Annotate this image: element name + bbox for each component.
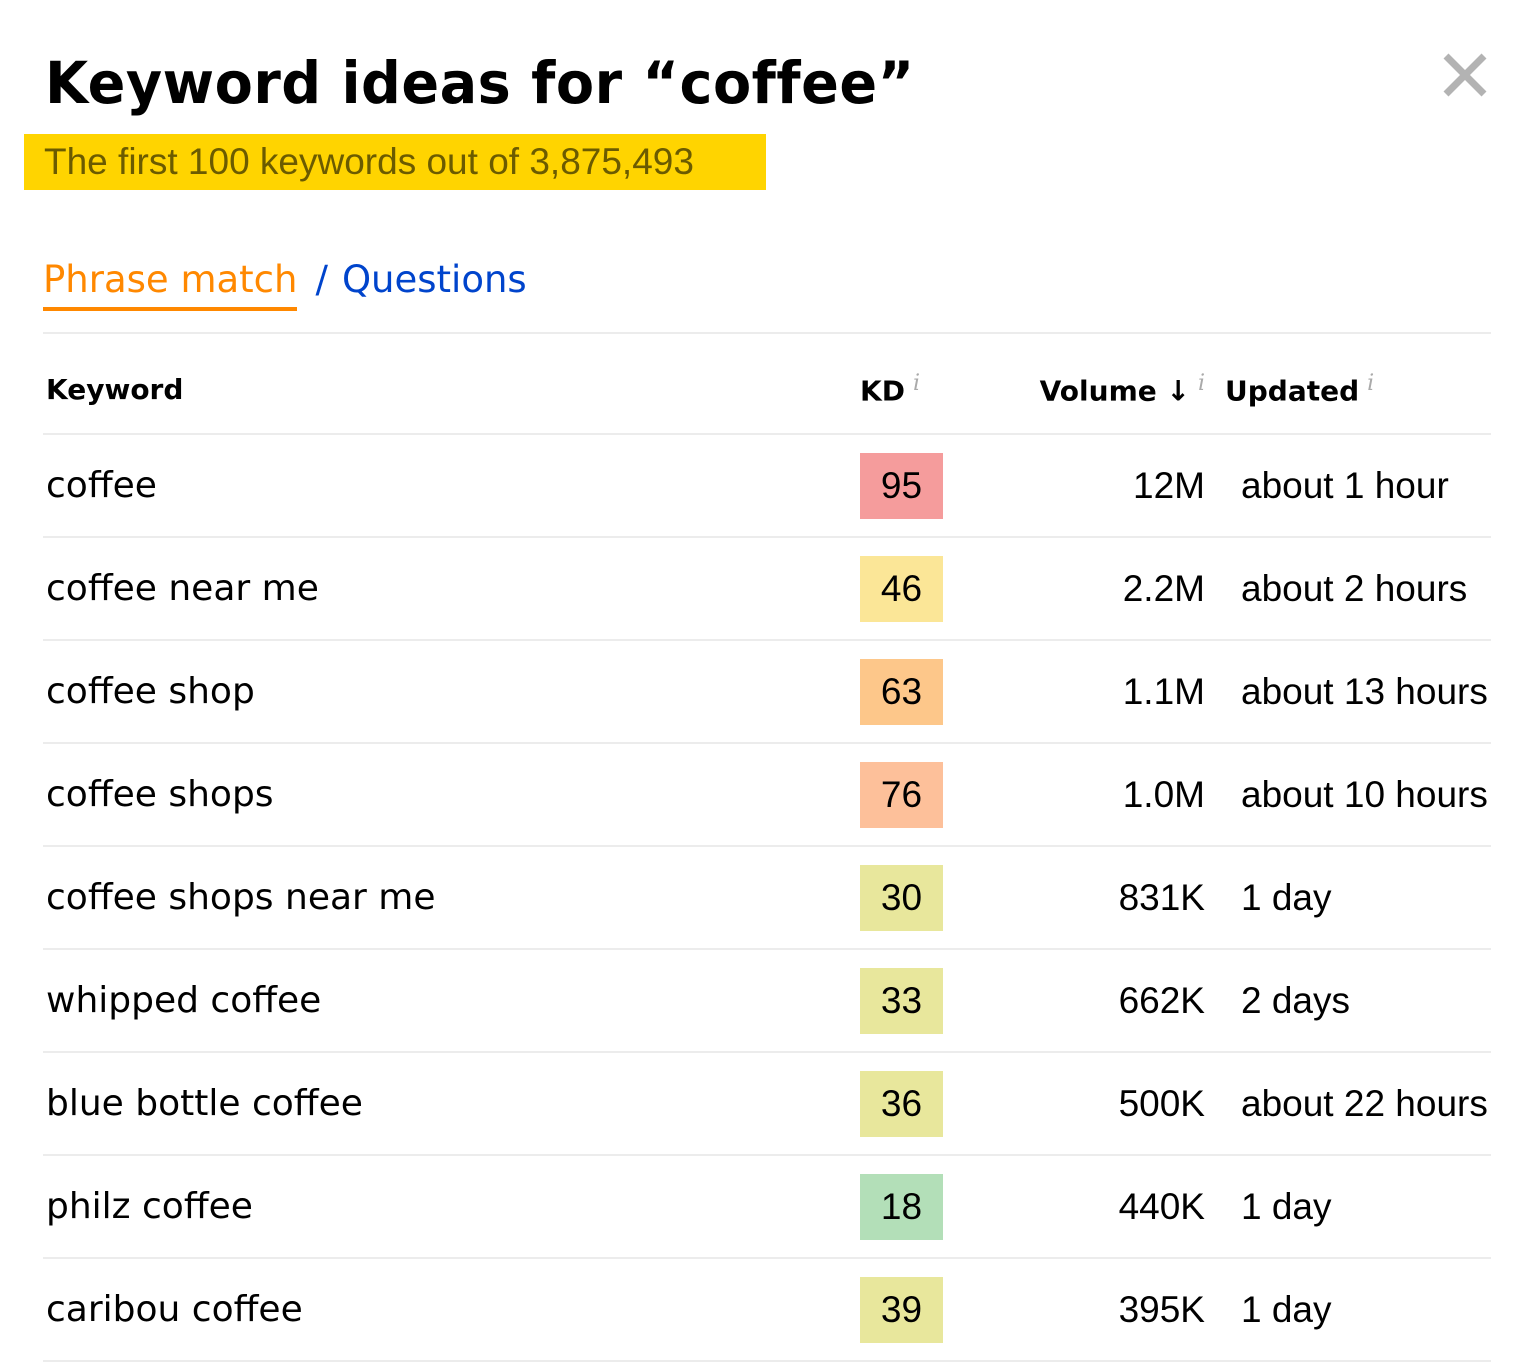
info-icon[interactable]: i [1367, 371, 1374, 396]
updated-cell: 1 day [1205, 1155, 1491, 1259]
kd-cell: 46 [860, 537, 1020, 641]
keyword-cell[interactable]: coffee near me [43, 537, 860, 641]
keywords-table: Keyword KD i Volume ↓ i Updated i coffee 95 1… [43, 345, 1491, 1362]
kd-cell: 39 [860, 1258, 1020, 1362]
keyword-cell[interactable]: whipped coffee [43, 949, 860, 1053]
updated-cell: about 1 hour [1205, 434, 1491, 538]
updated-cell: about 10 hours [1205, 743, 1491, 847]
close-icon [1443, 53, 1487, 97]
tab-separator: / [315, 258, 328, 301]
volume-cell: 440K [1020, 1155, 1205, 1259]
keyword-cell[interactable]: coffee [43, 434, 860, 538]
volume-cell: 395K [1020, 1258, 1205, 1362]
volume-cell: 831K [1020, 846, 1205, 950]
kd-badge: 30 [860, 864, 943, 931]
updated-cell: 1 day [1205, 846, 1491, 950]
tab-questions[interactable]: Questions [342, 255, 527, 305]
updated-cell: 2 days [1205, 949, 1491, 1053]
keyword-cell[interactable]: coffee shops [43, 743, 860, 847]
table-row[interactable]: whipped coffee 33 662K 2 days [43, 949, 1491, 1053]
keyword-cell[interactable]: coffee shop [43, 640, 860, 744]
kd-badge: 95 [860, 452, 943, 519]
kd-cell: 18 [860, 1155, 1020, 1259]
kd-cell: 95 [860, 434, 1020, 538]
kd-badge: 63 [860, 658, 943, 725]
table-header-row: Keyword KD i Volume ↓ i Updated i [43, 345, 1491, 435]
column-header-keyword[interactable]: Keyword [43, 345, 860, 435]
table-row[interactable]: coffee shop 63 1.1M about 13 hours [43, 640, 1491, 744]
kd-cell: 30 [860, 846, 1020, 950]
column-header-volume[interactable]: Volume ↓ i [1020, 345, 1205, 435]
info-icon[interactable]: i [913, 371, 920, 396]
kd-badge: 18 [860, 1173, 943, 1240]
updated-cell: about 2 hours [1205, 537, 1491, 641]
close-button[interactable] [1440, 50, 1490, 100]
match-type-tabs: Phrase match / Questions [43, 255, 527, 311]
volume-cell: 500K [1020, 1052, 1205, 1156]
column-header-updated[interactable]: Updated i [1205, 345, 1491, 435]
updated-cell: 1 day [1205, 1258, 1491, 1362]
table-row[interactable]: philz coffee 18 440K 1 day [43, 1155, 1491, 1259]
volume-cell: 662K [1020, 949, 1205, 1053]
keyword-cell[interactable]: blue bottle coffee [43, 1052, 860, 1156]
updated-cell: about 13 hours [1205, 640, 1491, 744]
keyword-cell[interactable]: coffee shops near me [43, 846, 860, 950]
volume-cell: 2.2M [1020, 537, 1205, 641]
kd-badge: 39 [860, 1276, 943, 1343]
kd-cell: 36 [860, 1052, 1020, 1156]
keyword-cell[interactable]: caribou coffee [43, 1258, 860, 1362]
kd-badge: 36 [860, 1070, 943, 1137]
kd-cell: 33 [860, 949, 1020, 1053]
kd-badge: 76 [860, 761, 943, 828]
table-row[interactable]: blue bottle coffee 36 500K about 22 hours [43, 1052, 1491, 1156]
table-row[interactable]: coffee near me 46 2.2M about 2 hours [43, 537, 1491, 641]
sort-descending-icon: ↓ [1166, 374, 1190, 408]
volume-cell: 1.0M [1020, 743, 1205, 847]
updated-cell: about 22 hours [1205, 1052, 1491, 1156]
keyword-cell[interactable]: philz coffee [43, 1155, 860, 1259]
volume-cell: 1.1M [1020, 640, 1205, 744]
divider [43, 332, 1491, 334]
kd-badge: 33 [860, 967, 943, 1034]
table-row[interactable]: coffee shops near me 30 831K 1 day [43, 846, 1491, 950]
volume-cell: 12M [1020, 434, 1205, 538]
kd-cell: 76 [860, 743, 1020, 847]
table-row[interactable]: coffee 95 12M about 1 hour [43, 434, 1491, 538]
kd-badge: 46 [860, 555, 943, 622]
table-row[interactable]: coffee shops 76 1.0M about 10 hours [43, 743, 1491, 847]
keyword-count-summary: The first 100 keywords out of 3,875,493 [24, 134, 766, 190]
tab-phrase-match[interactable]: Phrase match [43, 255, 298, 311]
info-icon[interactable]: i [1198, 371, 1205, 396]
column-header-kd[interactable]: KD i [860, 345, 1020, 435]
table-row[interactable]: caribou coffee 39 395K 1 day [43, 1258, 1491, 1362]
page-title: Keyword ideas for “coffee” [45, 49, 915, 117]
kd-cell: 63 [860, 640, 1020, 744]
